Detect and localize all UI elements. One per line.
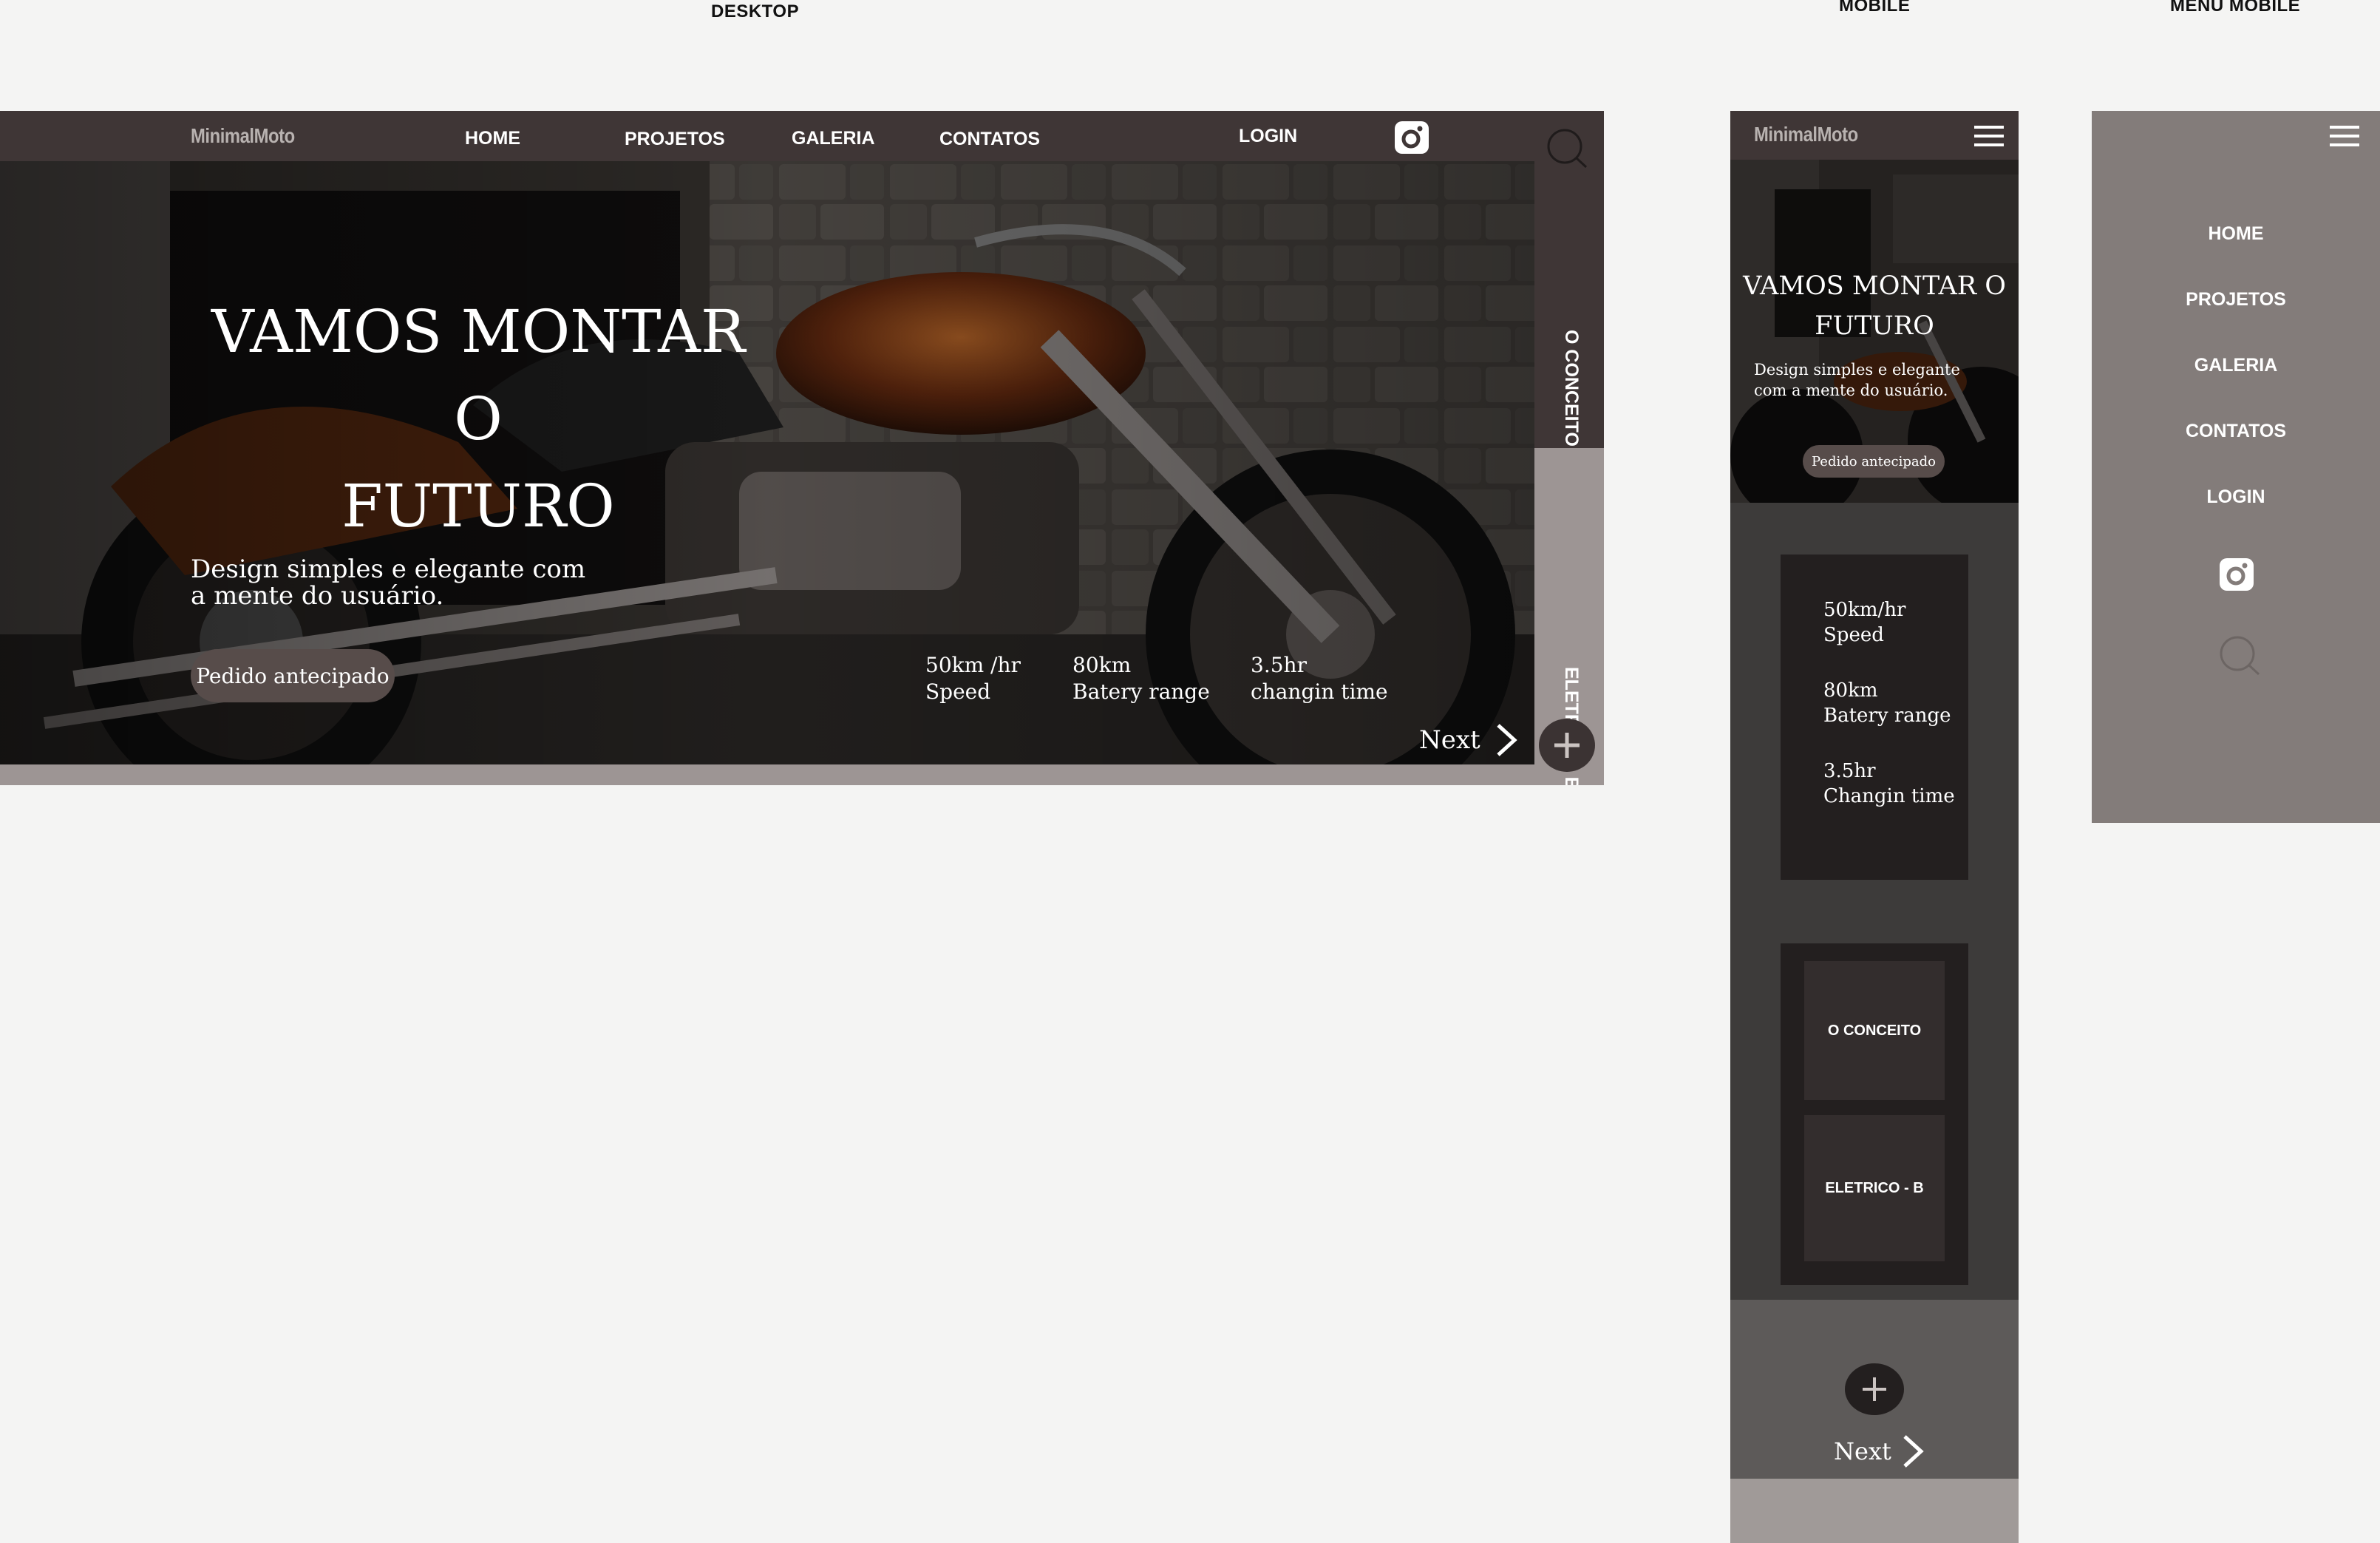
mobile-specs-card: 50km/hr Speed 80km Batery range 3.5hr Ch…	[1781, 555, 1968, 880]
mobile-hero-title: VAMOS MONTAR O FUTURO	[1730, 266, 2019, 346]
mobile-spec-charge-value: 3.5hr	[1823, 760, 1876, 782]
hero-title-line1: VAMOS MONTAR O	[211, 297, 746, 453]
nav-galeria[interactable]: GALERIA	[792, 128, 875, 149]
spec-range: 80km Batery range	[1072, 652, 1210, 705]
hero-title-line2: FUTURO	[341, 472, 615, 540]
mobile-next-label: Next	[1834, 1437, 1891, 1465]
hero-subtitle: Design simples e elegante com a mente do…	[191, 556, 585, 609]
mobile-spec-range-label: Batery range	[1823, 705, 1951, 727]
menu-item-login[interactable]: LOGIN	[2206, 486, 2265, 508]
mobile-hero-title-line2: FUTURO	[1815, 311, 1934, 341]
instagram-icon[interactable]	[1394, 121, 1429, 155]
mobile-spec-charge: 3.5hr Changin time	[1823, 759, 1955, 809]
hero-subtitle-line1: Design simples e elegante com	[191, 555, 586, 584]
tab-o-conceito[interactable]: O CONCEITO	[1534, 222, 1604, 448]
mobile-brand-logo[interactable]: MinimalMoto	[1754, 123, 1858, 146]
mobile-frame: MinimalMoto VAMOS MONTAR O FUTURO Design…	[1730, 111, 2019, 1543]
mobile-tab-o-conceito[interactable]: O CONCEITO	[1804, 961, 1945, 1100]
plus-icon	[1554, 733, 1580, 758]
mobile-hero-title-line1: VAMOS MONTAR O	[1743, 271, 2006, 301]
spec-speed-value: 50km /hr	[925, 653, 1021, 677]
menu-mobile-frame-label: MENU MOBILE	[2170, 0, 2301, 16]
desktop-frame-label: DESKTOP	[711, 1, 800, 21]
plus-button[interactable]	[1539, 719, 1595, 772]
menu-item-galeria[interactable]: GALERIA	[2194, 355, 2278, 376]
menu-instagram-icon[interactable]	[2219, 557, 2254, 591]
preorder-button[interactable]: Pedido antecipado	[191, 649, 395, 702]
mobile-plus-icon	[1863, 1377, 1886, 1401]
nav-home[interactable]: HOME	[465, 128, 520, 149]
spec-range-value: 80km	[1072, 653, 1132, 677]
nav-projetos[interactable]: PROJETOS	[625, 129, 725, 150]
mobile-hero-subtitle: Design simples e elegante com a mente do…	[1754, 359, 1960, 401]
tab-eletrico-b[interactable]: ELETRICO - B	[1534, 448, 1604, 785]
mobile-plus-button[interactable]	[1845, 1363, 1904, 1415]
brand-logo[interactable]: MinimalMoto	[191, 124, 295, 148]
mobile-spec-speed-label: Speed	[1823, 624, 1884, 646]
mobile-tab-eletrico-b[interactable]: ELETRICO - B	[1804, 1115, 1945, 1261]
spec-charge: 3.5hr changin time	[1251, 652, 1388, 705]
mobile-spec-range: 80km Batery range	[1823, 678, 1951, 728]
spec-speed: 50km /hr Speed	[925, 652, 1021, 705]
desktop-frame: MinimalMoto HOME PROJETOS GALERIA CONTAT…	[0, 111, 1604, 785]
menu-mobile-frame: HOME PROJETOS GALERIA CONTATOS LOGIN	[2092, 111, 2380, 823]
spec-range-label: Batery range	[1072, 679, 1210, 704]
menu-items: HOME PROJETOS GALERIA CONTATOS LOGIN	[2092, 223, 2380, 508]
menu-hamburger-icon[interactable]	[2330, 126, 2359, 146]
mobile-bottom-strip	[1730, 1479, 2019, 1543]
next-label: Next	[1419, 725, 1480, 755]
mobile-chevron-right-icon	[1902, 1434, 1924, 1468]
menu-item-home[interactable]: HOME	[2209, 223, 2264, 245]
mobile-preorder-button[interactable]: Pedido antecipado	[1803, 445, 1945, 478]
mobile-hero-subtitle-line1: Design simples e elegante	[1754, 361, 1960, 379]
spec-speed-label: Speed	[925, 679, 991, 704]
mobile-next-button[interactable]: Next	[1834, 1433, 1924, 1470]
mobile-hero-subtitle-line2: com a mente do usuário.	[1754, 381, 1948, 399]
menu-item-projetos[interactable]: PROJETOS	[2186, 289, 2286, 311]
search-icon[interactable]	[1545, 129, 1589, 170]
spec-charge-label: changin time	[1251, 679, 1388, 704]
nav-contatos[interactable]: CONTATOS	[939, 129, 1040, 150]
hamburger-icon[interactable]	[1974, 126, 2004, 146]
chevron-right-icon	[1495, 723, 1517, 757]
mobile-spec-speed: 50km/hr Speed	[1823, 597, 1905, 648]
mobile-spec-speed-value: 50km/hr	[1823, 599, 1906, 621]
menu-search-icon[interactable]	[2217, 636, 2262, 677]
next-button[interactable]: Next	[1419, 722, 1517, 759]
spec-charge-value: 3.5hr	[1251, 653, 1307, 677]
mobile-spec-range-value: 80km	[1823, 679, 1878, 702]
mobile-spec-charge-label: Changin time	[1823, 785, 1955, 807]
hero-title: VAMOS MONTAR O FUTURO	[185, 288, 772, 550]
hero-subtitle-line2: a mente do usuário.	[191, 581, 444, 611]
mobile-frame-label: MOBILE	[1839, 0, 1911, 16]
menu-item-contatos[interactable]: CONTATOS	[2186, 421, 2286, 442]
nav-login[interactable]: LOGIN	[1239, 126, 1297, 147]
mobile-tabs-card: O CONCEITO ELETRICO - B	[1781, 943, 1968, 1285]
tab-o-conceito-label: O CONCEITO	[1561, 330, 1582, 447]
